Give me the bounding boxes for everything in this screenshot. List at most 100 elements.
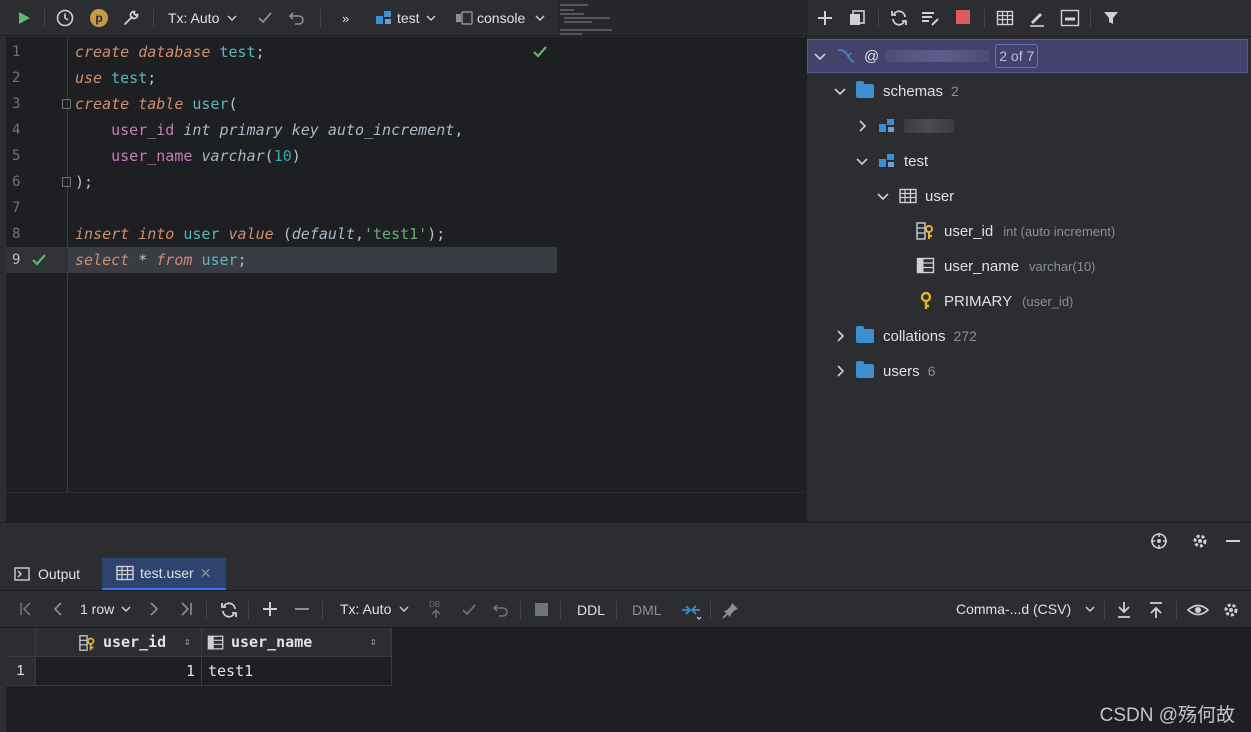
close-icon[interactable]: ✕ (200, 565, 212, 582)
tx-mode-dropdown[interactable]: Tx: Auto (168, 0, 237, 36)
code-line[interactable]: 4 user_id int primary key auto_increment… (6, 117, 806, 143)
tree-index-primary[interactable]: PRIMARY (user_id) (916, 284, 1073, 318)
code-text: create table user( (75, 95, 238, 113)
plus-icon[interactable] (816, 9, 834, 27)
filter-icon[interactable] (1102, 9, 1120, 27)
tree-schemas-folder[interactable]: schemas 2 (834, 74, 959, 108)
gear-icon[interactable] (1191, 532, 1209, 550)
add-row-icon[interactable] (262, 601, 278, 617)
result-tx-mode-label: Tx: Auto (340, 601, 392, 617)
watermark: CSDN @殇何故 (1099, 705, 1235, 726)
column-user-id-label: user_id (944, 222, 994, 240)
stop-icon[interactable] (535, 603, 548, 616)
column-header-user-name[interactable]: user_name ⇕ (202, 628, 392, 657)
tab-result-test-user[interactable]: test.user ✕ (102, 558, 226, 590)
code-area[interactable]: 1 create database test; 2 use test; 3 create … (6, 39, 806, 279)
page-size-dropdown[interactable]: 1 row (80, 601, 131, 617)
next-page-icon[interactable] (146, 601, 162, 617)
delete-row-icon[interactable] (294, 601, 310, 617)
previous-page-icon[interactable] (50, 601, 66, 617)
table-icon (116, 565, 134, 581)
tree-schema-test[interactable]: test (856, 144, 928, 178)
cell-user-name[interactable]: test1 (202, 657, 392, 686)
profile-icon[interactable]: p (90, 0, 108, 36)
connection-pager-badge[interactable]: 2 of 7 (995, 44, 1039, 68)
result-grid[interactable]: user_id ⇕ user_name ⇕ 1 1 test1 (6, 628, 1251, 732)
edit-icon[interactable] (1028, 9, 1046, 27)
session-selector[interactable]: console (455, 0, 545, 36)
dml-button[interactable]: DML (632, 602, 662, 618)
tab-output[interactable]: Output (14, 558, 80, 590)
line-number: 6 (12, 174, 21, 190)
key-column-icon (916, 222, 933, 240)
undo-icon[interactable] (492, 601, 510, 619)
check-icon[interactable] (460, 601, 478, 619)
console-icon (456, 11, 473, 25)
schema-sync-icon[interactable] (920, 9, 940, 27)
connection-name: @ (864, 47, 880, 65)
gear-icon[interactable] (1222, 601, 1240, 619)
check-icon[interactable] (256, 0, 274, 36)
clock-icon[interactable] (56, 0, 74, 36)
editor-minimap[interactable] (558, 0, 806, 36)
upload-icon[interactable] (1148, 601, 1164, 619)
tree-connection[interactable]: @ 2 of 7 (814, 39, 1039, 73)
tree-table-user[interactable]: user (877, 179, 954, 213)
schema-selector[interactable]: test (375, 0, 436, 36)
tree-schema-hidden[interactable] (856, 109, 954, 143)
undo-icon[interactable] (288, 0, 306, 36)
eye-icon[interactable] (1187, 601, 1209, 619)
index-primary-columns: (user_id) (1022, 293, 1074, 309)
minimize-icon[interactable] (1224, 532, 1242, 550)
stop-icon[interactable] (956, 10, 970, 24)
code-line[interactable]: 7 (6, 195, 806, 221)
tree-users-folder[interactable]: users 6 (834, 354, 935, 388)
chevron-down-icon (399, 606, 409, 612)
refresh-icon[interactable] (890, 9, 908, 27)
chevron-right-icon (837, 330, 845, 342)
tree-column-user-id[interactable]: user_id int (auto increment) (916, 214, 1115, 248)
fold-marker-icon[interactable] (62, 99, 71, 109)
column-user-name-label: user_name (944, 257, 1020, 275)
crosshair-icon[interactable] (1150, 532, 1168, 550)
tree-column-user-name[interactable]: user_name varchar(10) (916, 249, 1096, 283)
chevron-right-icon (837, 365, 845, 377)
ddl-button[interactable]: DDL (577, 602, 605, 618)
refresh-icon[interactable] (220, 601, 238, 619)
code-line[interactable]: 2 use test; (6, 65, 806, 91)
result-tx-mode-dropdown[interactable]: Tx: Auto (340, 601, 409, 617)
wrench-icon[interactable] (122, 0, 140, 36)
play-icon[interactable] (16, 0, 32, 36)
line-number: 4 (12, 122, 21, 138)
fold-marker-icon[interactable] (62, 177, 71, 187)
tree-collations-folder[interactable]: collations 272 (834, 319, 977, 353)
line-number: 3 (12, 96, 21, 112)
column-header-user-id[interactable]: user_id ⇕ (36, 628, 202, 657)
export-format-dropdown[interactable]: Comma-...d (CSV) (956, 601, 1095, 617)
chevron-down-icon (535, 15, 545, 21)
code-line[interactable]: 9 select * from user; (6, 247, 806, 273)
table-icon[interactable] (996, 9, 1014, 27)
db-submit-icon[interactable]: DB (428, 599, 444, 619)
query-console-icon[interactable] (1060, 9, 1080, 27)
pin-icon[interactable] (722, 601, 740, 619)
sort-icon[interactable]: ⇕ (184, 628, 191, 656)
last-page-icon[interactable] (178, 601, 194, 617)
more-actions[interactable]: » (342, 0, 349, 36)
row-number-header (6, 628, 36, 657)
session-label: console (477, 10, 526, 26)
code-line[interactable]: 3 create table user( (6, 91, 806, 117)
code-line[interactable]: 1 create database test; (6, 39, 806, 65)
code-line[interactable]: 5 user_name varchar(10) (6, 143, 806, 169)
compare-icon[interactable] (680, 600, 702, 620)
code-line[interactable]: 6); (6, 169, 806, 195)
download-icon[interactable] (1116, 601, 1132, 619)
mysql-icon (837, 49, 855, 63)
copy-icon[interactable] (848, 9, 866, 27)
cell-user-id[interactable]: 1 (36, 657, 202, 686)
folder-icon (856, 361, 874, 378)
first-page-icon[interactable] (18, 601, 34, 617)
sort-icon[interactable]: ⇕ (370, 628, 377, 656)
users-label: users (883, 362, 920, 380)
code-line[interactable]: 8 insert into user value (default,'test1'… (6, 221, 806, 247)
